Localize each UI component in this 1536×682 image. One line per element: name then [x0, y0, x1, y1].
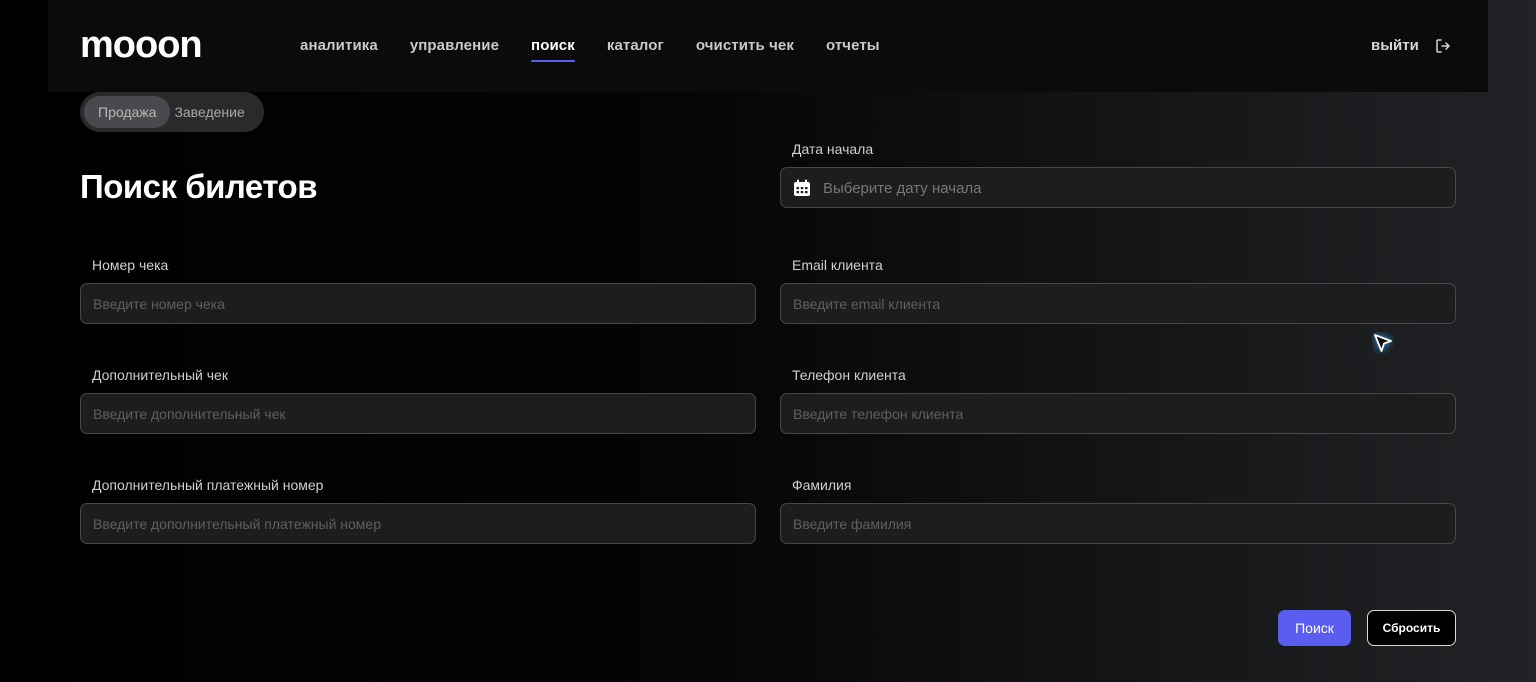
search-button[interactable]: Поиск — [1278, 610, 1351, 646]
last-name-box[interactable] — [780, 503, 1456, 544]
calendar-icon — [794, 179, 810, 196]
reset-button[interactable]: Сбросить — [1367, 610, 1456, 646]
start-date-picker[interactable] — [780, 167, 1456, 208]
client-email-box[interactable] — [780, 283, 1456, 324]
last-name-field: Фамилия — [780, 477, 1456, 544]
logout-label: выйти — [1371, 37, 1419, 54]
logout-button[interactable]: выйти — [1371, 37, 1451, 54]
additional-payment-field: Дополнительный платежный номер — [80, 477, 756, 544]
receipt-number-input[interactable] — [93, 295, 743, 312]
toggle-option-sale[interactable]: Продажа — [84, 96, 171, 128]
cursor-arrow-icon — [1374, 334, 1392, 352]
additional-payment-label: Дополнительный платежный номер — [92, 477, 324, 493]
start-date-field: Дата начала — [780, 141, 1456, 208]
client-phone-box[interactable] — [780, 393, 1456, 434]
logout-icon — [1436, 38, 1450, 53]
additional-payment-input[interactable] — [93, 515, 743, 532]
logo-text: mooon — [80, 26, 202, 60]
receipt-number-label: Номер чека — [92, 257, 169, 273]
additional-receipt-field: Дополнительный чек — [80, 367, 756, 434]
page-title: Поиск билетов — [80, 168, 318, 205]
last-name-label: Фамилия — [792, 477, 852, 493]
receipt-number-field: Номер чека — [80, 257, 756, 324]
additional-receipt-box[interactable] — [80, 393, 756, 434]
client-email-input[interactable] — [793, 295, 1443, 312]
mooon-logo-graphic: mooon — [80, 26, 203, 60]
additional-receipt-label: Дополнительный чек — [92, 367, 228, 383]
start-date-input[interactable] — [823, 179, 1443, 196]
start-date-label: Дата начала — [792, 141, 874, 157]
client-email-field: Email клиента — [780, 257, 1456, 324]
nav-search[interactable]: поиск — [531, 37, 575, 62]
nav-clear-receipt[interactable]: очистить чек — [696, 37, 794, 54]
client-phone-label: Телефон клиента — [792, 367, 906, 383]
client-phone-input[interactable] — [793, 405, 1443, 422]
client-phone-field: Телефон клиента — [780, 367, 1456, 434]
nav-catalog[interactable]: каталог — [607, 37, 664, 54]
last-name-input[interactable] — [793, 515, 1443, 532]
mode-toggle: Продажа Заведение — [80, 92, 264, 132]
nav-management[interactable]: управление — [410, 37, 499, 54]
main-nav: аналитика управление поиск каталог очист… — [300, 37, 880, 62]
mooon-logo[interactable]: mooon — [80, 26, 222, 60]
toggle-option-venue[interactable]: Заведение — [170, 96, 250, 128]
nav-reports[interactable]: отчеты — [826, 37, 880, 54]
receipt-number-box[interactable] — [80, 283, 756, 324]
nav-analytics[interactable]: аналитика — [300, 37, 378, 54]
additional-receipt-input[interactable] — [93, 405, 743, 422]
additional-payment-box[interactable] — [80, 503, 756, 544]
client-email-label: Email клиента — [792, 257, 883, 273]
